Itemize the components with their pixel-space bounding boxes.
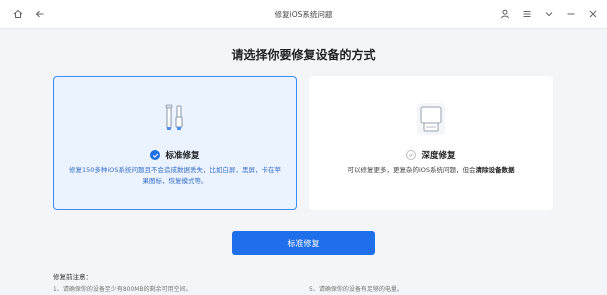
notes-title: 修复前注意： [53,273,92,281]
back-arrow-icon[interactable] [34,8,46,20]
home-icon[interactable] [12,8,24,20]
main-content: 请选择你要修复设备的方式 标准修复 修复150多种iOS系统问题且不会造成数据丢… [0,29,607,295]
menu-icon[interactable] [521,8,533,20]
standard-repair-card[interactable]: 标准修复 修复150多种iOS系统问题且不会造成数据丢失，比如白屏，黑屏，卡在苹… [53,76,297,210]
note-item: 1、请确保你的设备至少有800MB的剩余可用空间。 [53,286,192,293]
title-bar: 修复iOS系统问题 [0,0,607,29]
device-repair-icon [417,103,445,135]
card-description: 修复150多种iOS系统问题且不会造成数据丢失，比如白屏，黑屏，卡在苹果图标，恢… [69,166,281,185]
card-title: 标准修复 [165,151,200,161]
page-heading: 请选择你要修复设备的方式 [231,48,376,62]
standard-repair-button[interactable]: 标准修复 [232,231,375,255]
repair-tools-icon [161,103,189,135]
note-item: 5、请确保你的设备有足够的电量。 [309,286,403,293]
minimize-icon[interactable] [565,8,577,20]
card-title: 深度修复 [421,151,456,161]
chevron-down-icon[interactable] [543,8,555,20]
check-circle-icon [406,150,417,160]
close-icon[interactable] [587,8,599,20]
check-circle-icon [150,150,161,160]
card-description: 可以修复更多，更复杂的iOS系统问题，但会清除设备数据 [347,166,515,174]
user-icon[interactable] [499,8,511,20]
deep-repair-card[interactable]: 深度修复 可以修复更多，更复杂的iOS系统问题，但会清除设备数据 [309,76,553,210]
